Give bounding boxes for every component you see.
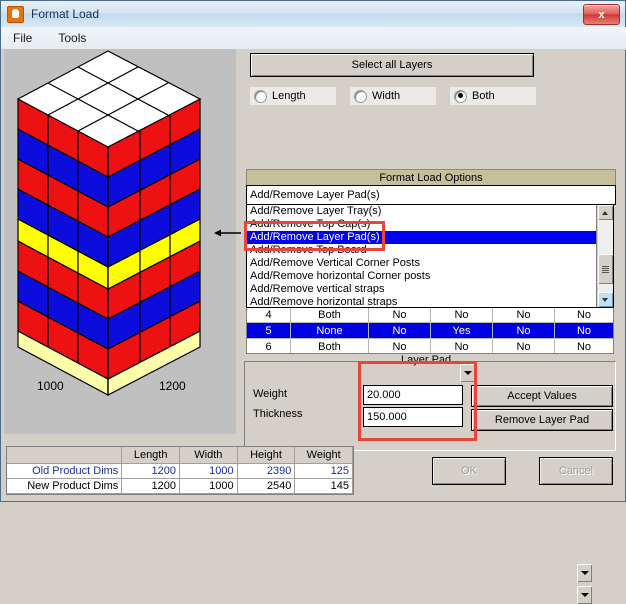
format-load-window: Format Load x File Tools bbox=[0, 0, 626, 502]
annotation-arrow-icon bbox=[214, 227, 242, 239]
menu-item-file[interactable]: File bbox=[9, 30, 36, 46]
table-row[interactable]: 6 Both No No No No bbox=[247, 339, 613, 354]
dropdown-item-horizontal-corner-posts[interactable]: Add/Remove horizontal Corner posts bbox=[247, 270, 596, 283]
dropdown-item-vertical-corner-posts[interactable]: Add/Remove Vertical Corner Posts bbox=[247, 257, 596, 270]
scroll-up-icon[interactable] bbox=[598, 205, 613, 220]
cell-orientation: None bbox=[291, 323, 369, 338]
format-load-options-dropdown[interactable]: Add/Remove Layer Tray(s) Add/Remove Top … bbox=[246, 204, 614, 308]
pallet-3d-view[interactable]: 1000 1200 bbox=[4, 49, 236, 434]
radio-both-label: Both bbox=[472, 90, 495, 102]
chevron-down-icon[interactable] bbox=[577, 586, 592, 604]
header-length: Length bbox=[122, 447, 180, 464]
table-row-new-dims: New Product Dims 1200 1000 2540 145 bbox=[7, 479, 353, 494]
select-all-layers-button[interactable]: Select all Layers bbox=[250, 53, 534, 77]
cell-layer: 5 bbox=[247, 323, 291, 338]
header-width: Width bbox=[180, 447, 238, 464]
cell-board: No bbox=[555, 307, 613, 322]
dim-label-right: 1200 bbox=[159, 379, 186, 393]
radio-dot-icon bbox=[354, 90, 367, 103]
format-load-options-header: Format Load Options bbox=[246, 169, 616, 186]
orientation-radio-group: Length Width Both bbox=[250, 87, 550, 105]
thickness-label: Thickness bbox=[253, 408, 303, 420]
layer-grid[interactable]: 4 Both No No No No 5 None No Yes No No 6… bbox=[246, 306, 614, 354]
dialog-body: 1000 1200 Select all Layers Length Width… bbox=[1, 49, 625, 501]
cell-cap: No bbox=[493, 323, 555, 338]
cell-orientation: Both bbox=[291, 339, 369, 354]
thickness-combo[interactable]: 150.000 bbox=[363, 407, 463, 427]
new-length: 1200 bbox=[122, 479, 180, 494]
new-height: 2540 bbox=[238, 479, 296, 494]
header-blank bbox=[7, 447, 122, 464]
cell-board: No bbox=[555, 323, 613, 338]
cell-layer: 6 bbox=[247, 339, 291, 354]
radio-dot-icon bbox=[254, 90, 267, 103]
old-length: 1200 bbox=[122, 464, 180, 479]
remove-layer-pad-button[interactable]: Remove Layer Pad bbox=[471, 409, 613, 431]
app-icon bbox=[7, 6, 24, 23]
dim-label-left: 1000 bbox=[37, 379, 64, 393]
cell-pad: No bbox=[431, 307, 493, 322]
cell-cap: No bbox=[493, 339, 555, 354]
radio-dot-icon bbox=[454, 90, 467, 103]
scrollbar-track[interactable] bbox=[598, 220, 613, 292]
table-row[interactable]: 4 Both No No No No bbox=[247, 307, 613, 323]
window-title: Format Load bbox=[31, 7, 99, 21]
format-load-options-value: Add/Remove Layer Pad(s) bbox=[247, 189, 615, 201]
row-label-new: New Product Dims bbox=[7, 479, 122, 494]
cell-tray: No bbox=[369, 323, 431, 338]
radio-length-label: Length bbox=[272, 90, 306, 102]
cancel-button[interactable]: Cancel bbox=[539, 457, 613, 485]
dropdown-item-layer-pads[interactable]: Add/Remove Layer Pad(s) bbox=[247, 231, 596, 244]
cell-pad: No bbox=[431, 339, 493, 354]
radio-length[interactable]: Length bbox=[250, 87, 336, 105]
menu-bar: File Tools bbox=[1, 27, 626, 50]
dropdown-item-horizontal-straps[interactable]: Add/Remove horizontal straps bbox=[247, 296, 596, 307]
dropdown-scrollbar[interactable] bbox=[596, 205, 613, 307]
old-height: 2390 bbox=[238, 464, 296, 479]
row-label-old: Old Product Dims bbox=[7, 464, 122, 479]
dropdown-item-vertical-straps[interactable]: Add/Remove vertical straps bbox=[247, 283, 596, 296]
old-weight: 125 bbox=[295, 464, 353, 479]
dropdown-item-layer-trays[interactable]: Add/Remove Layer Tray(s) bbox=[247, 205, 596, 218]
header-weight: Weight bbox=[295, 447, 353, 464]
layer-pad-group-title: Layer Pad bbox=[397, 354, 455, 366]
ok-button[interactable]: OK bbox=[432, 457, 506, 485]
chevron-down-icon[interactable] bbox=[577, 564, 592, 582]
cell-tray: No bbox=[369, 307, 431, 322]
dropdown-item-top-board[interactable]: Add/Remove Top Board bbox=[247, 244, 596, 257]
radio-width-label: Width bbox=[372, 90, 400, 102]
title-bar: Format Load x bbox=[1, 1, 625, 28]
thickness-value: 150.000 bbox=[364, 411, 462, 423]
weight-value: 20.000 bbox=[364, 389, 462, 401]
old-width: 1000 bbox=[180, 464, 238, 479]
format-load-options-combo[interactable]: Add/Remove Layer Pad(s) bbox=[246, 185, 616, 205]
dropdown-item-top-caps[interactable]: Add/Remove Top Cap(s) bbox=[247, 218, 596, 231]
cell-pad: Yes bbox=[431, 323, 493, 338]
dropdown-items: Add/Remove Layer Tray(s) Add/Remove Top … bbox=[247, 205, 596, 307]
new-weight: 145 bbox=[295, 479, 353, 494]
product-dims-table: Length Width Height Weight Old Product D… bbox=[6, 446, 354, 495]
table-row[interactable]: 5 None No Yes No No bbox=[247, 323, 613, 339]
table-row-old-dims: Old Product Dims 1200 1000 2390 125 bbox=[7, 464, 353, 479]
cell-cap: No bbox=[493, 307, 555, 322]
cell-tray: No bbox=[369, 339, 431, 354]
weight-combo[interactable]: 20.000 bbox=[363, 385, 463, 405]
radio-width[interactable]: Width bbox=[350, 87, 436, 105]
scroll-down-icon[interactable] bbox=[598, 292, 613, 307]
scrollbar-thumb[interactable] bbox=[598, 254, 613, 284]
new-width: 1000 bbox=[180, 479, 238, 494]
table-header-row: Length Width Height Weight bbox=[7, 447, 353, 464]
cell-orientation: Both bbox=[291, 307, 369, 322]
cell-board: No bbox=[555, 339, 613, 354]
accept-values-button[interactable]: Accept Values bbox=[471, 385, 613, 407]
cell-layer: 4 bbox=[247, 307, 291, 322]
header-height: Height bbox=[238, 447, 296, 464]
weight-label: Weight bbox=[253, 388, 287, 400]
close-icon[interactable]: x bbox=[583, 4, 620, 25]
menu-item-tools[interactable]: Tools bbox=[54, 30, 90, 46]
radio-both[interactable]: Both bbox=[450, 87, 536, 105]
